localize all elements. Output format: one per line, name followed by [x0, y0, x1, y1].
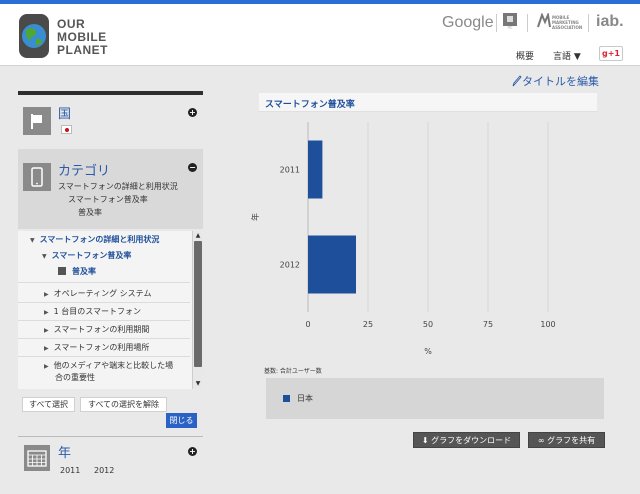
chart-title: スマートフォン普及率: [265, 100, 355, 110]
year-value-2012[interactable]: 2012: [94, 466, 114, 475]
legend-swatch-japan: [283, 395, 290, 402]
x-tick-label: 25: [363, 320, 373, 329]
select-all-button[interactable]: すべて選択: [22, 397, 75, 412]
collapsed-arrow-icon: ▶: [44, 309, 49, 316]
category-section: カテゴリ − スマートフォンの詳細と利用状況 スマートフォン普及率 普及率: [18, 149, 203, 229]
scroll-up-arrow-icon[interactable]: ▲: [193, 231, 203, 240]
link-icon: ∞: [537, 436, 545, 445]
japan-flag-icon[interactable]: [61, 125, 72, 134]
close-button[interactable]: 閉じる: [166, 413, 197, 428]
section-title-year[interactable]: 年: [58, 442, 71, 461]
nav-overview-link[interactable]: 概要: [516, 49, 534, 62]
year-value-2011[interactable]: 2011: [60, 466, 80, 475]
filter-sidebar: 国 + カテゴリ − スマートフォンの詳細と利用状況 スマートフォン普及率 普及…: [18, 91, 203, 494]
year-expand-button[interactable]: +: [188, 447, 197, 456]
selected-square-icon: [58, 267, 66, 275]
collapsed-arrow-icon: ▶: [44, 291, 49, 298]
x-tick-label: 50: [423, 320, 433, 329]
svg-text:ITC: ITC: [508, 26, 513, 30]
category-path-level2: スマートフォン普及率: [68, 195, 148, 204]
deselect-all-button[interactable]: すべての選択を解除: [80, 397, 167, 412]
category-tree: ▼ スマートフォンの詳細と利用状況 ▼ スマートフォン普及率 普及率 ▶ オペレーティ…: [18, 231, 203, 389]
x-tick-label: 75: [483, 320, 493, 329]
mma-logo-icon[interactable]: [537, 13, 551, 29]
x-tick-label: 0: [305, 320, 310, 329]
google-plus-one-button[interactable]: g+1: [599, 46, 623, 61]
partner-badge-icon[interactable]: ITC: [503, 13, 517, 29]
bar-2012: [308, 235, 356, 294]
flag-section-icon: [23, 107, 51, 135]
year-section: 年 + 2011 2012: [18, 436, 203, 486]
country-expand-button[interactable]: +: [188, 108, 197, 117]
y-category-label: 2011: [280, 166, 300, 175]
section-title-country[interactable]: 国: [58, 103, 71, 122]
mma-logo-text: MOBILE MARKETING ASSOCIATION: [552, 15, 583, 30]
tree-item-usage-duration[interactable]: ▶ スマートフォンの利用期間: [18, 324, 190, 339]
google-logo[interactable]: Google: [442, 14, 494, 32]
category-path-level1: スマートフォンの詳細と利用状況: [58, 182, 178, 191]
scrollbar-thumb[interactable]: [194, 241, 202, 367]
tree-scrollbar[interactable]: ▲ ▼: [192, 231, 203, 389]
category-collapse-button[interactable]: −: [188, 163, 197, 172]
category-path-level3: 普及率: [78, 208, 102, 217]
y-category-label: 2012: [280, 261, 300, 270]
tree-item-media-importance-cont[interactable]: 合の重要性: [18, 372, 190, 383]
scroll-down-arrow-icon[interactable]: ▼: [193, 379, 203, 388]
download-chart-button[interactable]: ⬇ グラフをダウンロード: [413, 432, 520, 448]
calendar-icon: [24, 445, 50, 471]
collapsed-arrow-icon: ▶: [44, 345, 49, 352]
logo-text[interactable]: OUR MOBILE PLANET: [57, 18, 108, 57]
expanded-arrow-icon: ▼: [30, 237, 35, 244]
download-icon: ⬇: [421, 436, 429, 445]
chart-title-bar: スマートフォン普及率: [259, 93, 597, 112]
x-tick-label: 100: [540, 320, 555, 329]
iab-logo[interactable]: iab.: [596, 13, 624, 31]
tree-item-usage-location[interactable]: ▶ スマートフォンの利用場所: [18, 342, 190, 357]
sidebar-top-rule: [18, 91, 203, 95]
legend-label-japan: 日本: [297, 394, 313, 403]
share-chart-button[interactable]: ∞ グラフを共有: [528, 432, 605, 448]
section-title-category[interactable]: カテゴリ: [58, 160, 110, 179]
tree-item-operating-system[interactable]: ▶ オペレーティング システム: [18, 288, 190, 303]
collapsed-arrow-icon: ▶: [44, 327, 49, 334]
site-header: OUR MOBILE PLANET Google ITC MOBILE MARK…: [0, 4, 640, 66]
tree-item-smartphone-penetration[interactable]: ▼ スマートフォン普及率: [18, 250, 190, 261]
base-note: 基数: 合計ユーザー数: [264, 368, 322, 375]
bar-2011: [308, 140, 323, 199]
tree-item-penetration-rate[interactable]: 普及率: [18, 266, 190, 283]
globe-logo-icon: [19, 14, 49, 58]
edit-title-link[interactable]: タイトルを編集: [512, 73, 599, 89]
x-axis-label: %: [424, 347, 432, 356]
expanded-arrow-icon: ▼: [42, 253, 47, 260]
collapsed-arrow-icon: ▶: [44, 363, 49, 370]
tree-item-smartphone-details[interactable]: ▼ スマートフォンの詳細と利用状況: [18, 234, 190, 245]
tree-item-first-smartphone[interactable]: ▶ 1 台目のスマートフォン: [18, 306, 190, 321]
smartphone-section-icon: [23, 163, 51, 191]
bar-chart: 0 25 50 75 100 2011 2012% 年: [250, 122, 556, 356]
chart-legend: 日本: [266, 378, 604, 419]
y-axis-label: 年: [250, 213, 260, 221]
pencil-icon: [512, 75, 522, 87]
language-dropdown[interactable]: 言語 ▼: [553, 49, 581, 62]
tree-item-media-importance[interactable]: ▶ 他のメディアや端末と比較した場: [18, 360, 190, 371]
